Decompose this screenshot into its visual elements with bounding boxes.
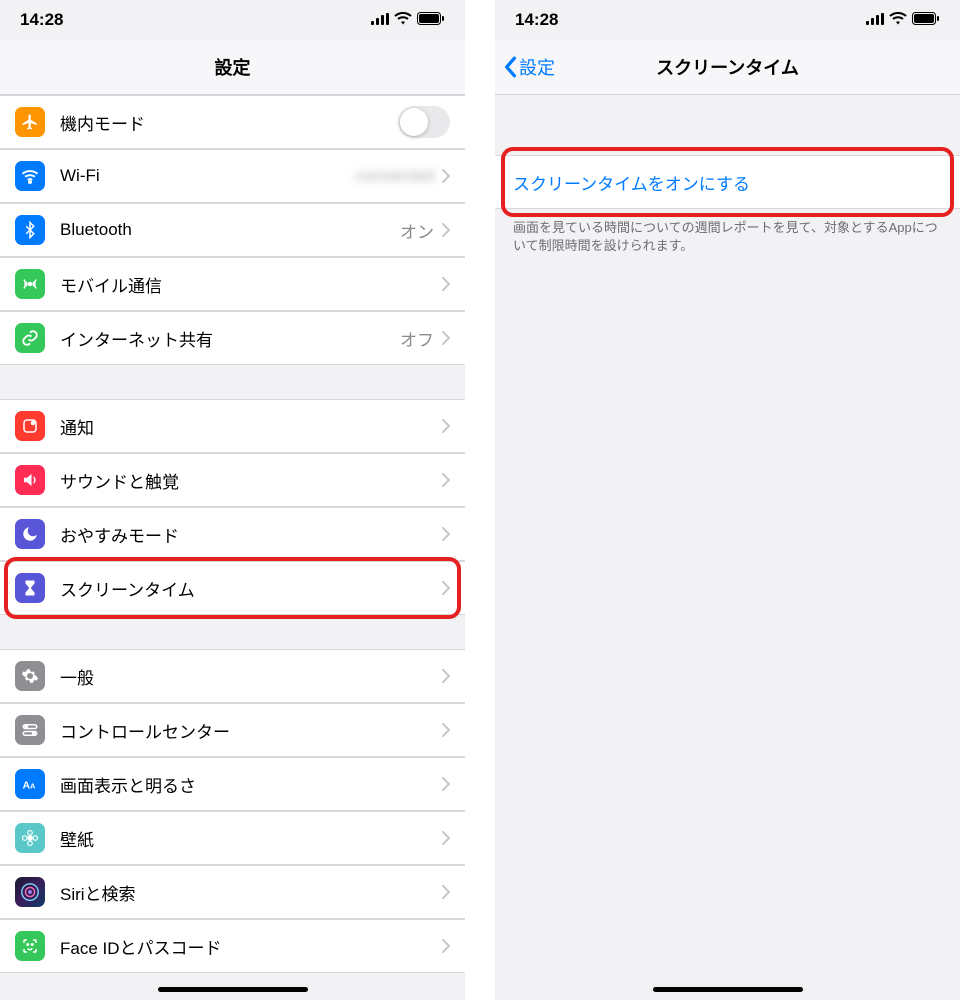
row-label: コントロールセンター [60, 718, 442, 743]
bluetooth-icon [15, 215, 45, 245]
switches-icon [15, 715, 45, 745]
row-display[interactable]: AA 画面表示と明るさ [0, 757, 465, 811]
battery-icon [417, 10, 445, 30]
row-value: オフ [400, 326, 434, 351]
row-label: 機内モード [60, 110, 398, 135]
page-title: スクリーンタイム [656, 54, 799, 80]
wifi-status-icon [394, 10, 412, 30]
chevron-right-icon [442, 777, 450, 791]
row-label: Bluetooth [60, 220, 400, 240]
chevron-right-icon [442, 831, 450, 845]
row-label: サウンドと触覚 [60, 468, 442, 493]
settings-list[interactable]: 機内モードWi-FiconnectedBluetoothオンモバイル通信インター… [0, 95, 465, 973]
back-button[interactable]: 設定 [503, 54, 555, 80]
row-airplane[interactable]: 機内モード [0, 95, 465, 149]
action-label: スクリーンタイムをオンにする [513, 170, 750, 195]
row-value: connected [356, 166, 434, 186]
row-label: Wi-Fi [60, 166, 356, 186]
row-label: 画面表示と明るさ [60, 772, 442, 797]
row-label: Siriと検索 [60, 880, 442, 905]
status-time: 14:28 [515, 10, 558, 30]
bell-icon [15, 411, 45, 441]
row-screentime[interactable]: スクリーンタイム [0, 561, 465, 615]
chevron-right-icon [442, 419, 450, 433]
row-control[interactable]: コントロールセンター [0, 703, 465, 757]
row-label: 一般 [60, 664, 442, 689]
gear-icon [15, 661, 45, 691]
row-bluetooth[interactable]: Bluetoothオン [0, 203, 465, 257]
chevron-right-icon [442, 939, 450, 953]
status-bar: 14:28 [495, 0, 960, 40]
row-faceid[interactable]: Face IDとパスコード [0, 919, 465, 973]
link-icon [15, 323, 45, 353]
cellular-signal-icon [371, 10, 389, 30]
chevron-right-icon [442, 669, 450, 683]
footer-note: 画面を見ている時間についての週間レポートを見て、対象とするAppについて制限時間… [495, 209, 960, 265]
screentime-screen: 14:28 設定 スクリーンタイム スクリーンタイムをオンにする 画面を見ている… [495, 0, 960, 1000]
row-general[interactable]: 一般 [0, 649, 465, 703]
row-siri[interactable]: Siriと検索 [0, 865, 465, 919]
settings-screen: 14:28 設定 機内モードWi-FiconnectedBluetoothオンモ… [0, 0, 465, 1000]
chevron-right-icon [442, 473, 450, 487]
row-label: Face IDとパスコード [60, 934, 442, 959]
row-label: スクリーンタイム [60, 576, 442, 601]
row-label: 壁紙 [60, 826, 442, 851]
row-wallpaper[interactable]: 壁紙 [0, 811, 465, 865]
wifi-icon [15, 161, 45, 191]
row-wifi[interactable]: Wi-Ficonnected [0, 149, 465, 203]
row-notification[interactable]: 通知 [0, 399, 465, 453]
siri-icon [15, 877, 45, 907]
row-label: インターネット共有 [60, 326, 400, 351]
row-hotspot[interactable]: インターネット共有オフ [0, 311, 465, 365]
chevron-right-icon [442, 331, 450, 345]
battery-icon [912, 10, 940, 30]
row-label: モバイル通信 [60, 272, 442, 297]
chevron-right-icon [442, 885, 450, 899]
chevron-right-icon [442, 277, 450, 291]
chevron-right-icon [442, 527, 450, 541]
chevron-right-icon [442, 169, 450, 183]
row-sounds[interactable]: サウンドと触覚 [0, 453, 465, 507]
flower-icon [15, 823, 45, 853]
airplane-icon [15, 107, 45, 137]
row-dnd[interactable]: おやすみモード [0, 507, 465, 561]
text-size-icon: AA [15, 769, 45, 799]
hourglass-icon [15, 573, 45, 603]
back-label: 設定 [519, 54, 555, 80]
chevron-right-icon [442, 581, 450, 595]
status-indicators [371, 10, 445, 30]
speaker-icon [15, 465, 45, 495]
toggle-airplane[interactable] [398, 106, 450, 138]
nav-bar: 設定 [0, 40, 465, 95]
faceid-icon [15, 931, 45, 961]
antenna-icon [15, 269, 45, 299]
cellular-signal-icon [866, 10, 884, 30]
page-title: 設定 [215, 54, 251, 80]
row-label: 通知 [60, 414, 442, 439]
row-value: オン [400, 218, 434, 243]
status-indicators [866, 10, 940, 30]
svg-text:A: A [30, 782, 36, 791]
row-label: おやすみモード [60, 522, 442, 547]
status-time: 14:28 [20, 10, 63, 30]
status-bar: 14:28 [0, 0, 465, 40]
wifi-status-icon [889, 10, 907, 30]
moon-icon [15, 519, 45, 549]
nav-bar: 設定 スクリーンタイム [495, 40, 960, 95]
chevron-right-icon [442, 223, 450, 237]
chevron-right-icon [442, 723, 450, 737]
row-cellular[interactable]: モバイル通信 [0, 257, 465, 311]
home-indicator[interactable] [158, 987, 308, 992]
home-indicator[interactable] [653, 987, 803, 992]
turn-on-screentime-button[interactable]: スクリーンタイムをオンにする [495, 155, 960, 209]
